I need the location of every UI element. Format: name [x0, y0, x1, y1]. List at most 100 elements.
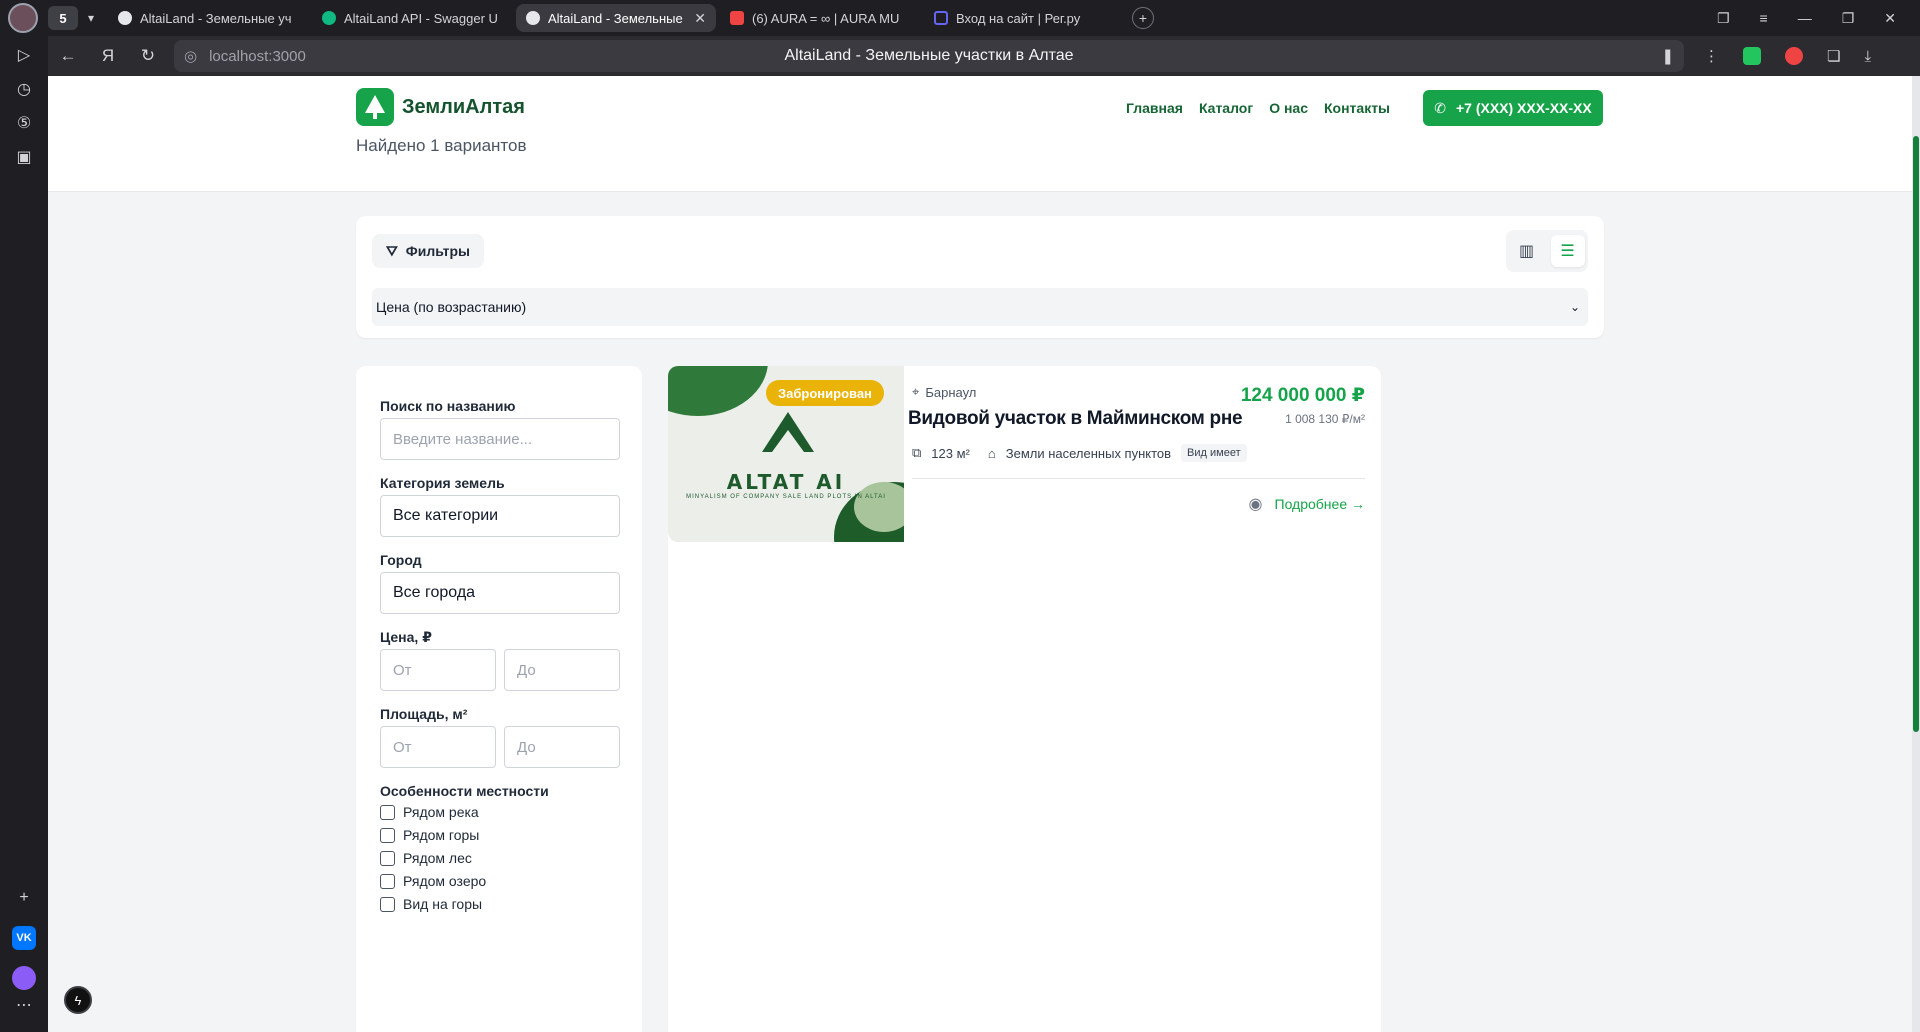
tab-favicon-icon	[322, 11, 336, 25]
browser-tab[interactable]: Вход на сайт | Рег.ру	[924, 4, 1124, 32]
filters-button[interactable]: ⛛ Фильтры	[372, 234, 484, 268]
extensions: ⋮ ❏ ⤓	[1704, 47, 1871, 65]
yandex-icon[interactable]: Я	[88, 46, 128, 66]
extensions-icon[interactable]: ❏	[1827, 47, 1840, 65]
tab-favicon-icon	[730, 11, 744, 25]
feature-checkbox[interactable]: Рядом лес	[380, 850, 472, 866]
close-tab-icon[interactable]: ✕	[694, 10, 706, 27]
chevron-down-icon: ⌄	[1569, 300, 1580, 314]
tab-group-button[interactable]: 5	[48, 6, 78, 30]
scrollbar-thumb[interactable]	[1913, 136, 1919, 732]
feature-checkbox[interactable]: Вид на горы	[380, 896, 482, 912]
alice-icon[interactable]	[12, 966, 36, 990]
adblock-shield-icon[interactable]	[1743, 47, 1761, 65]
new-tab-icon[interactable]: +	[1132, 7, 1154, 29]
search-input[interactable]: Введите название...	[380, 418, 620, 460]
download-icon[interactable]: ⤓	[1864, 48, 1871, 65]
city-select[interactable]: Все города	[380, 572, 620, 614]
listing-price: 124 000 000 ₽	[1240, 385, 1365, 406]
details-link[interactable]: Подробнее →	[1275, 496, 1366, 512]
area-to-input[interactable]: До	[504, 726, 620, 768]
feature-checkbox[interactable]: Рядом река	[380, 804, 479, 820]
feature-tag: Вид имеет	[1181, 444, 1247, 462]
location-pin-icon: ⌖	[912, 384, 920, 399]
grid-view-icon[interactable]: ▥	[1510, 235, 1544, 267]
listing-card[interactable]: ALTAT AI MINYALISM OF COMPANY SALE LAND …	[668, 366, 1381, 1032]
filters-panel: Поиск по названию Введите название... Ка…	[356, 366, 642, 1032]
price-from-input[interactable]: От	[380, 649, 496, 691]
back-icon[interactable]: ←	[48, 46, 88, 66]
checkbox[interactable]	[380, 873, 395, 889]
nav-home[interactable]: Главная	[1126, 100, 1183, 116]
tab-title: AltaiLand - Земельные	[548, 10, 683, 26]
screenshot-icon[interactable]: ▣	[12, 146, 36, 170]
browser-tab[interactable]: (6) AURA = ∞ | AURA MU	[720, 4, 920, 32]
tag-icon: ⌂	[987, 445, 996, 461]
site-logo[interactable]: ЗемлиАлтая	[356, 88, 525, 126]
dev-tools-icon[interactable]: ϟ	[64, 986, 92, 1014]
add-icon[interactable]: +	[12, 886, 36, 910]
phone-button[interactable]: ✆ +7 (XXX) XXX-XX-XX	[1423, 90, 1603, 126]
main-nav: Главная Каталог О нас Контакты	[1126, 100, 1390, 116]
listing-city: ⌖ Барнаул	[912, 384, 976, 400]
feature-label: Рядом озеро	[403, 873, 487, 889]
security-lock-icon[interactable]	[1785, 47, 1803, 65]
tab-title: AltaiLand - Земельные уч	[140, 10, 292, 26]
site-header: ЗемлиАлтая Главная Каталог О нас Контакт…	[48, 76, 1912, 192]
city-name: Барнаул	[925, 384, 977, 400]
more-icon[interactable]: ⋯	[12, 994, 36, 1018]
collections-icon[interactable]: ❐	[1717, 10, 1730, 27]
phone-icon: ✆	[1434, 99, 1446, 116]
image-brand-subtext: MINYALISM OF COMPANY SALE LAND PLOTS IN …	[686, 494, 886, 500]
tab-title: (6) AURA = ∞ | AURA MU	[752, 10, 900, 26]
listing-category: Земли населенных пунктов	[1005, 445, 1172, 461]
tab-counter-icon[interactable]: ⑤	[12, 112, 36, 136]
play-icon[interactable]: ▷	[12, 44, 36, 68]
chevron-down-icon[interactable]: ▾	[78, 6, 104, 30]
price-to-input[interactable]: До	[504, 649, 620, 691]
city-label: Город	[380, 552, 422, 568]
nav-about[interactable]: О нас	[1269, 100, 1308, 116]
checkbox[interactable]	[380, 896, 395, 912]
close-window-icon[interactable]: ✕	[1884, 10, 1896, 27]
feature-checkbox[interactable]: Рядом горы	[380, 827, 479, 843]
browser-tab[interactable]: AltaiLand - Земельные уч	[108, 4, 308, 32]
site-info-icon[interactable]: ◎	[184, 47, 197, 65]
maximize-icon[interactable]: ❐	[1842, 10, 1855, 27]
image-decor	[668, 366, 768, 416]
browser-tab-active[interactable]: AltaiLand - Земельные ✕	[516, 4, 716, 32]
feature-label: Рядом горы	[403, 827, 480, 843]
vk-icon[interactable]: VK	[12, 926, 36, 950]
checkbox[interactable]	[380, 850, 395, 866]
listing-title[interactable]: Видовой участок в Майминском рне	[908, 408, 1243, 430]
filter-icon: ⛛	[386, 242, 398, 259]
category-label: Категория земель	[380, 475, 505, 491]
tab-title: Вход на сайт | Рег.ру	[956, 10, 1081, 26]
listing-image[interactable]: ALTAT AI MINYALISM OF COMPANY SALE LAND …	[668, 366, 904, 542]
eye-icon[interactable]: ◉	[1249, 494, 1263, 514]
menu-icon[interactable]: ≡	[1760, 10, 1768, 27]
sort-value: Цена (по возрастанию)	[376, 299, 527, 315]
results-count: Найдено 1 вариантов	[356, 136, 527, 155]
page-scrollbar[interactable]	[1912, 76, 1920, 1032]
profile-avatar[interactable]	[8, 3, 38, 33]
nav-contacts[interactable]: Контакты	[1324, 100, 1390, 116]
area-icon: ⧉	[912, 445, 922, 460]
list-view-icon[interactable]: ☰	[1550, 235, 1585, 267]
filters-label: Фильтры	[405, 243, 470, 259]
checkbox[interactable]	[380, 804, 395, 820]
browser-sidebar: ▷ ◷ ⑤ ▣ + VK ⋯	[0, 36, 48, 1032]
minimize-icon[interactable]: —	[1798, 10, 1812, 27]
reload-icon[interactable]: ↻	[128, 46, 168, 66]
category-select[interactable]: Все категории	[380, 495, 620, 537]
url-field[interactable]: ◎ localhost:3000 AltaiLand - Земельные у…	[174, 40, 1684, 72]
sort-select[interactable]: Цена (по возрастанию) ⌄	[372, 288, 1588, 326]
area-from-input[interactable]: От	[380, 726, 496, 768]
checkbox[interactable]	[380, 827, 395, 843]
browser-tab[interactable]: AltaiLand API - Swagger U	[312, 4, 512, 32]
feature-checkbox[interactable]: Рядом озеро	[380, 873, 486, 889]
nav-catalog[interactable]: Каталог	[1199, 100, 1253, 116]
history-icon[interactable]: ◷	[12, 78, 36, 102]
more-vertical-icon[interactable]: ⋮	[1704, 47, 1719, 65]
bookmark-icon[interactable]: ❚	[1661, 47, 1674, 65]
